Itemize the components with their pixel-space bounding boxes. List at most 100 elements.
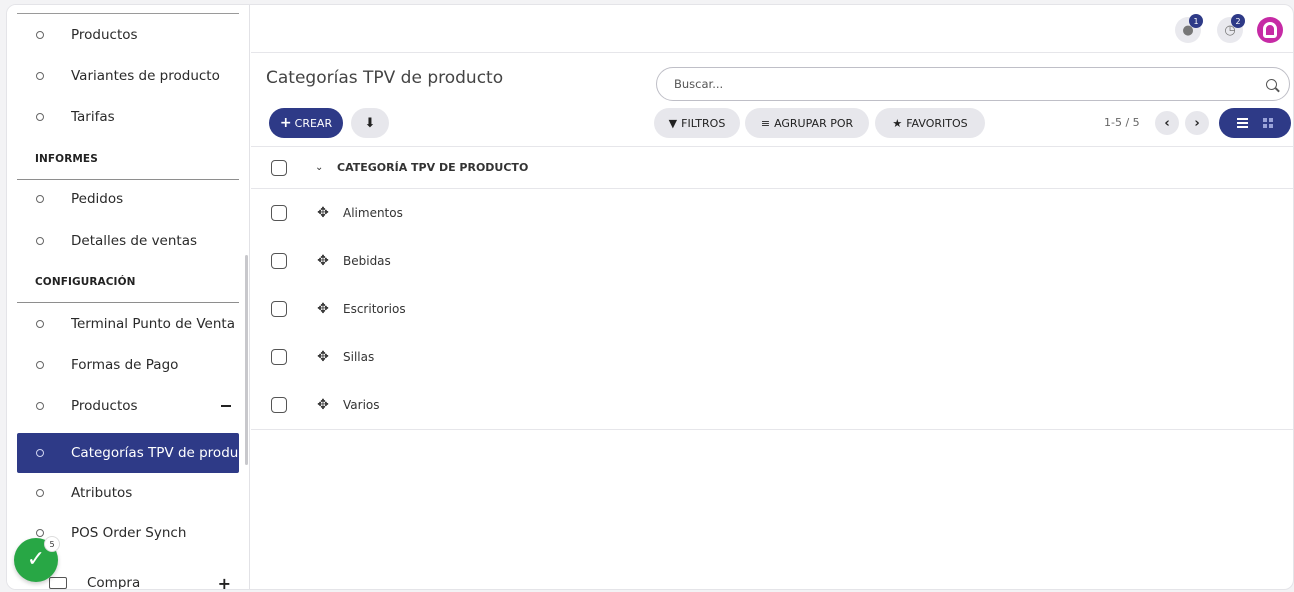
search-placeholder: Buscar... — [674, 77, 724, 91]
category-table: ⌄ CATEGORÍA TPV DE PRODUCTO ✥ Alimentos … — [251, 146, 1293, 430]
bullet-icon — [36, 402, 44, 410]
star-icon: ★ — [892, 116, 903, 130]
bullet-icon — [36, 529, 44, 537]
chevron-left-icon: ‹ — [1164, 115, 1170, 131]
bullet-icon — [36, 195, 44, 203]
bullet-icon — [36, 361, 44, 369]
bullet-icon — [36, 237, 44, 245]
row-checkbox[interactable] — [271, 349, 287, 365]
sidebar-item-formas-pago[interactable]: Formas de Pago — [17, 348, 239, 382]
create-label: CREAR — [294, 116, 333, 130]
row-checkbox[interactable] — [271, 301, 287, 317]
filters-label: FILTROS — [681, 116, 726, 130]
top-bar: ● 1 ◷ 2 — [251, 5, 1293, 53]
check-icon: ✓ — [26, 547, 46, 572]
group-by-button[interactable]: ≡ AGRUPAR POR — [745, 108, 869, 138]
section-heading-configuracion: CONFIGURACIÓN — [35, 276, 136, 288]
chevron-right-icon: › — [1194, 115, 1200, 131]
sidebar-item-atributos[interactable]: Atributos — [17, 476, 239, 510]
sidebar-item-label: Pedidos — [71, 191, 124, 207]
sidebar-item-label: Atributos — [71, 485, 133, 501]
bullet-icon — [36, 72, 44, 80]
category-name: Bebidas — [343, 254, 391, 268]
sidebar-item-label: Detalles de ventas — [71, 233, 198, 249]
divider — [17, 179, 239, 180]
select-all-checkbox[interactable] — [271, 159, 287, 176]
status-badge: 5 — [44, 536, 60, 552]
section-heading-informes: INFORMES — [35, 153, 98, 165]
divider — [17, 13, 239, 14]
drag-handle-icon[interactable]: ✥ — [315, 349, 331, 365]
sidebar-item-label: Terminal Punto de Venta — [71, 316, 235, 332]
chevron-down-icon[interactable]: ⌄ — [315, 162, 325, 173]
row-checkbox[interactable] — [271, 397, 287, 413]
category-name: Varios — [343, 398, 380, 412]
sidebar-item-pedidos[interactable]: Pedidos — [17, 182, 239, 216]
table-row[interactable]: ✥ Bebidas — [251, 237, 1293, 285]
sidebar-item-label: Compra — [87, 575, 141, 589]
view-switcher — [1219, 108, 1291, 138]
row-checkbox[interactable] — [271, 205, 287, 221]
row-checkbox[interactable] — [271, 253, 287, 269]
bullet-icon — [36, 449, 44, 457]
search-input[interactable]: Buscar... — [656, 67, 1290, 101]
filter-icon: ▼ — [668, 116, 678, 130]
user-icon — [1263, 22, 1277, 38]
divider — [17, 302, 239, 303]
sidebar-item-label: Tarifas — [71, 109, 115, 125]
download-icon: ⬇ — [364, 115, 376, 131]
column-header[interactable]: CATEGORÍA TPV DE PRODUCTO — [337, 161, 528, 174]
filters-button[interactable]: ▼ FILTROS — [654, 108, 740, 138]
app-window: Productos Variantes de producto Tarifas … — [6, 4, 1294, 590]
main-content: ● 1 ◷ 2 Categorías TPV de producto Busca… — [251, 5, 1293, 589]
table-row[interactable]: ✥ Sillas — [251, 333, 1293, 381]
favorites-label: FAVORITOS — [906, 116, 968, 130]
download-button[interactable]: ⬇ — [351, 108, 389, 138]
bullet-icon — [36, 31, 44, 39]
kanban-view-icon[interactable] — [1263, 118, 1274, 128]
messages-badge: 1 — [1189, 14, 1203, 28]
table-row[interactable]: ✥ Varios — [251, 381, 1293, 429]
table-body: ✥ Alimentos ✥ Bebidas ✥ Escritorios ✥ Si… — [251, 189, 1293, 430]
group-by-label: AGRUPAR POR — [774, 116, 854, 130]
messages-icon[interactable]: ● 1 — [1175, 14, 1203, 43]
table-row[interactable]: ✥ Escritorios — [251, 285, 1293, 333]
status-button[interactable]: ✓ 5 — [14, 536, 60, 582]
favorites-button[interactable]: ★ FAVORITOS — [875, 108, 985, 138]
page-title: Categorías TPV de producto — [266, 68, 504, 88]
previous-page-button[interactable]: ‹ — [1155, 111, 1179, 135]
sidebar-item-detalles-ventas[interactable]: Detalles de ventas — [17, 224, 239, 258]
sidebar-item-label: POS Order Synch — [71, 525, 187, 541]
sidebar-item-tarifas[interactable]: Tarifas — [17, 100, 239, 134]
sidebar-item-terminal[interactable]: Terminal Punto de Venta — [17, 307, 239, 341]
sidebar-item-label: Productos — [71, 27, 138, 43]
sidebar-item-categorias-tpv[interactable]: Categorías TPV de producto — [17, 433, 239, 473]
activities-badge: 2 — [1231, 14, 1245, 28]
category-name: Escritorios — [343, 302, 406, 316]
sidebar: Productos Variantes de producto Tarifas … — [7, 5, 250, 589]
sidebar-item-variantes[interactable]: Variantes de producto — [17, 59, 239, 93]
collapse-icon[interactable] — [221, 405, 231, 407]
table-row[interactable]: ✥ Alimentos — [251, 189, 1293, 237]
create-button[interactable]: + CREAR — [269, 108, 343, 138]
sidebar-item-productos-config[interactable]: Productos — [17, 389, 239, 423]
expand-icon[interactable]: + — [218, 574, 231, 590]
next-page-button[interactable]: › — [1185, 111, 1209, 135]
list-icon: ≡ — [760, 116, 771, 130]
sidebar-scrollbar[interactable] — [245, 255, 248, 465]
sidebar-item-label: Productos — [71, 398, 138, 414]
drag-handle-icon[interactable]: ✥ — [315, 301, 331, 317]
bullet-icon — [36, 320, 44, 328]
drag-handle-icon[interactable]: ✥ — [315, 397, 331, 413]
plus-icon: + — [279, 115, 292, 131]
activities-icon[interactable]: ◷ 2 — [1217, 14, 1245, 43]
avatar[interactable] — [1257, 17, 1283, 43]
bullet-icon — [36, 113, 44, 121]
list-view-icon[interactable] — [1236, 118, 1248, 128]
pager-value[interactable]: 1-5 / 5 — [1104, 116, 1140, 129]
sidebar-item-label: Formas de Pago — [71, 357, 179, 373]
search-icon[interactable] — [1266, 78, 1277, 90]
sidebar-item-productos[interactable]: Productos — [17, 18, 239, 52]
drag-handle-icon[interactable]: ✥ — [315, 205, 331, 221]
drag-handle-icon[interactable]: ✥ — [315, 253, 331, 269]
